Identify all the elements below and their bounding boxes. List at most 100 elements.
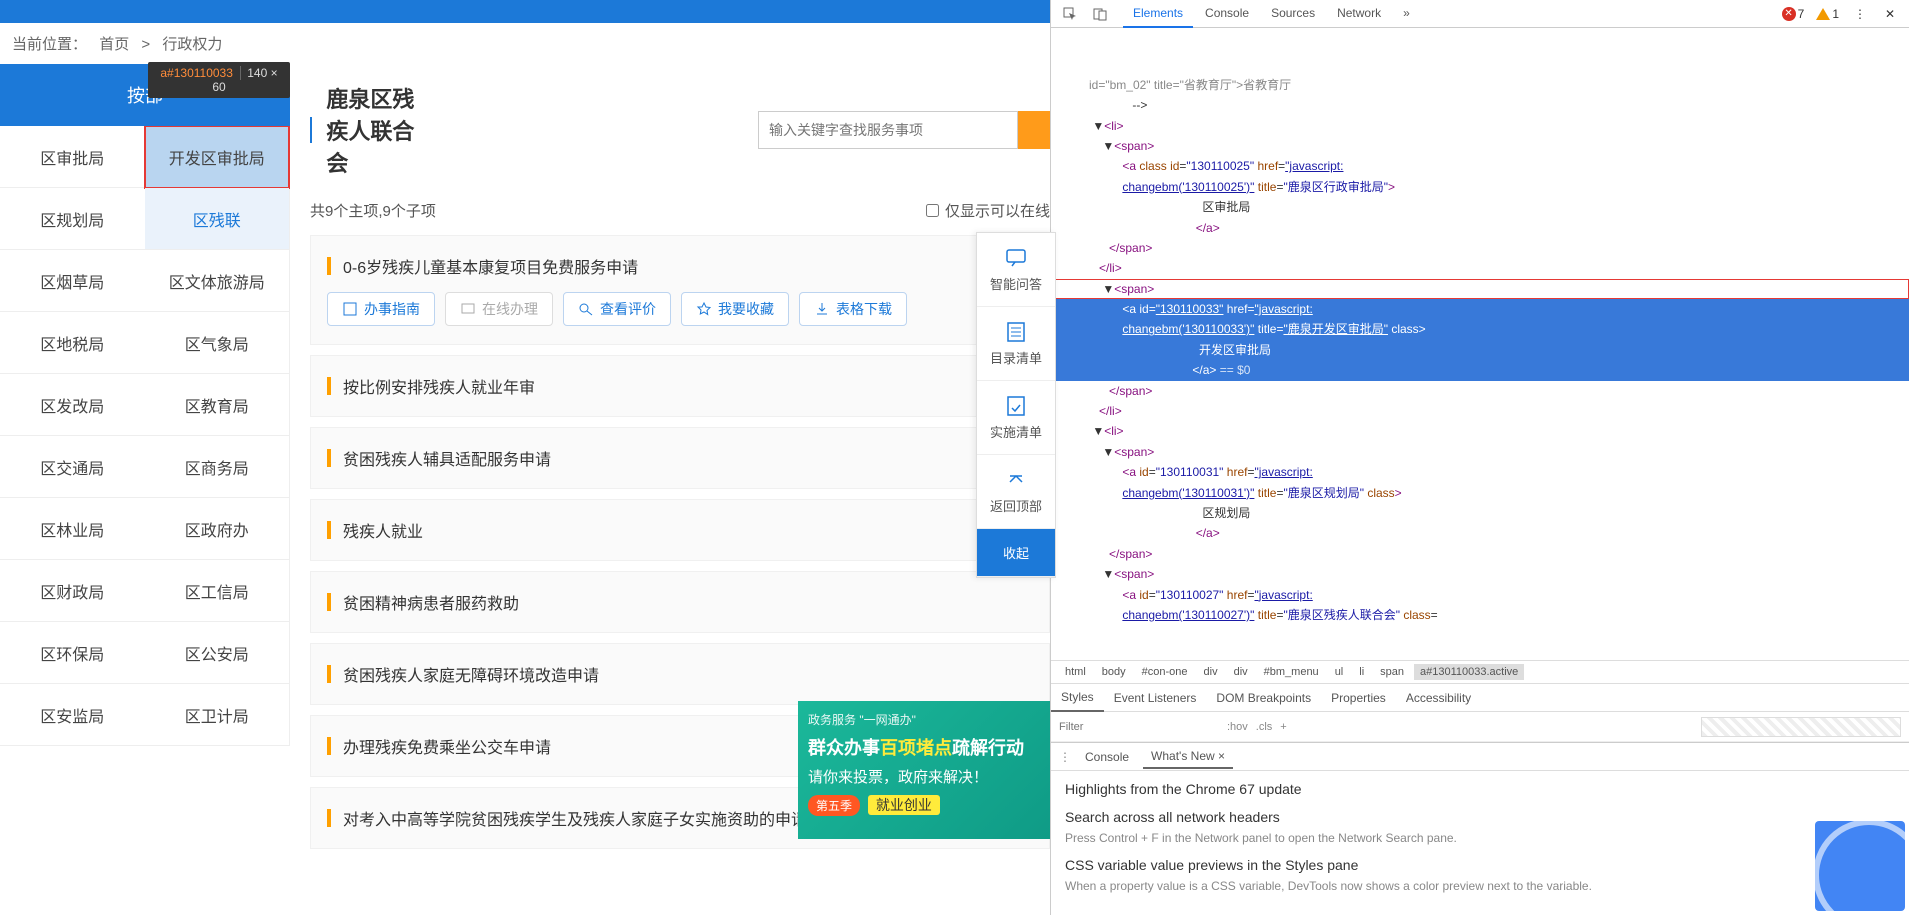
breadcrumb: 当前位置： 首页 > 行政权力 <box>0 23 1050 64</box>
crumb-7[interactable]: li <box>1353 664 1370 680</box>
drawer-menu-icon[interactable]: ⋮ <box>1059 750 1071 764</box>
breadcrumb-home[interactable]: 首页 <box>99 36 129 53</box>
service-item-1[interactable]: 按比例安排残疾人就业年审 <box>310 355 1050 417</box>
dept-10[interactable]: 区交通局 <box>0 436 145 498</box>
service-item-4[interactable]: 贫困精神病患者服药救助 <box>310 571 1050 633</box>
dept-19[interactable]: 区卫计局 <box>145 684 290 746</box>
promo-banner[interactable]: 政务服务 "一网通办" 群众办事百项堵点疏解行动 请你来投票，政府来解决！ 第五… <box>798 701 1050 839</box>
whatsnew-h2: CSS variable value previews in the Style… <box>1065 857 1895 873</box>
drawer-tab-whatsnew[interactable]: What's New × <box>1143 745 1233 769</box>
hov-toggle[interactable]: :hov <box>1227 721 1248 733</box>
crumb-1[interactable]: body <box>1096 664 1132 680</box>
dept-16[interactable]: 区环保局 <box>0 622 145 684</box>
crumb-4[interactable]: div <box>1228 664 1254 680</box>
promo-line1: 政务服务 "一网通办" <box>808 711 1040 728</box>
dept-4[interactable]: 区烟草局 <box>0 250 145 312</box>
dept-7[interactable]: 区气象局 <box>145 312 290 374</box>
float-top[interactable]: 返回顶部 <box>977 455 1055 529</box>
review-button[interactable]: 查看评价 <box>563 292 671 326</box>
crumb-5[interactable]: #bm_menu <box>1258 664 1325 680</box>
tab-sources[interactable]: Sources <box>1261 0 1325 28</box>
styles-tab-dom-breakpoints[interactable]: DOM Breakpoints <box>1206 685 1321 711</box>
dept-5[interactable]: 区文体旅游局 <box>145 250 290 312</box>
crumb-0[interactable]: html <box>1059 664 1092 680</box>
only-online-label: 仅显示可以在线 <box>945 200 1050 221</box>
dept-13[interactable]: 区政府办 <box>145 498 290 560</box>
item-bar-icon <box>327 257 331 275</box>
styles-tab-event-listeners[interactable]: Event Listeners <box>1104 685 1207 711</box>
item-title: 0-6岁残疾儿童基本康复项目免费服务申请 <box>343 254 638 278</box>
cls-toggle[interactable]: .cls <box>1256 721 1273 733</box>
service-item-3[interactable]: 残疾人就业 <box>310 499 1050 561</box>
styles-tabs: StylesEvent ListenersDOM BreakpointsProp… <box>1051 684 1909 712</box>
only-online-checkbox[interactable]: 仅显示可以在线 <box>926 200 1050 221</box>
crumb-8[interactable]: span <box>1374 664 1410 680</box>
service-item-5[interactable]: 贫困残疾人家庭无障碍环境改造申请 <box>310 643 1050 705</box>
item-bar-icon <box>327 737 331 755</box>
breadcrumb-label: 当前位置： <box>12 36 87 53</box>
promo-line2: 群众办事百项堵点疏解行动 <box>808 734 1040 760</box>
inspect-icon[interactable] <box>1057 4 1083 24</box>
float-list[interactable]: 目录清单 <box>977 307 1055 381</box>
crumb-6[interactable]: ul <box>1329 664 1350 680</box>
drawer-tab-console[interactable]: Console <box>1077 746 1137 768</box>
dept-2[interactable]: 区规划局 <box>0 188 145 250</box>
add-rule-icon[interactable]: + <box>1280 721 1286 733</box>
dept-14[interactable]: 区财政局 <box>0 560 145 622</box>
only-online-input[interactable] <box>926 204 939 217</box>
summary-text: 共9个主项,9个子项 <box>310 200 436 221</box>
close-icon[interactable]: × <box>1218 749 1225 763</box>
float-doc[interactable]: 实施清单 <box>977 381 1055 455</box>
online-button[interactable]: 在线办理 <box>445 292 553 326</box>
fav-button[interactable]: 我要收藏 <box>681 292 789 326</box>
dept-17[interactable]: 区公安局 <box>145 622 290 684</box>
dept-15[interactable]: 区工信局 <box>145 560 290 622</box>
download-button[interactable]: 表格下载 <box>799 292 907 326</box>
tab-network[interactable]: Network <box>1327 0 1391 28</box>
elements-tree[interactable]: id="bm_02" title="省教育厅">省教育厅 --> ▼<li> ▼… <box>1051 28 1909 660</box>
dept-3[interactable]: 区残联 <box>145 188 290 250</box>
dom-breadcrumb[interactable]: htmlbody#con-onedivdiv#bm_menuullispana#… <box>1051 660 1909 684</box>
item-bar-icon <box>327 809 331 827</box>
styles-tab-accessibility[interactable]: Accessibility <box>1396 685 1481 711</box>
dept-0[interactable]: 区审批局 <box>0 126 145 188</box>
item-bar-icon <box>327 665 331 683</box>
dept-18[interactable]: 区安监局 <box>0 684 145 746</box>
tab-console[interactable]: Console <box>1195 0 1259 28</box>
styles-filter-row: :hov .cls + <box>1051 712 1909 742</box>
tab-more[interactable]: » <box>1393 0 1420 28</box>
crumb-3[interactable]: div <box>1198 664 1224 680</box>
dept-11[interactable]: 区商务局 <box>145 436 290 498</box>
breadcrumb-current[interactable]: 行政权力 <box>162 36 222 53</box>
crumb-2[interactable]: #con-one <box>1136 664 1194 680</box>
devtools-toolbar: Elements Console Sources Network » ✕7 1 … <box>1051 0 1909 28</box>
search-input[interactable] <box>758 111 1018 149</box>
device-icon[interactable] <box>1087 4 1113 24</box>
guide-button[interactable]: 办事指南 <box>327 292 435 326</box>
service-item-0[interactable]: 0-6岁残疾儿童基本康复项目免费服务申请办事指南在线办理查看评价我要收藏表格下载 <box>310 235 1050 345</box>
styles-tab-properties[interactable]: Properties <box>1321 685 1396 711</box>
item-bar-icon <box>327 593 331 611</box>
float-chat[interactable]: 智能问答 <box>977 233 1055 307</box>
close-devtools-icon[interactable]: ✕ <box>1877 4 1903 24</box>
search-button[interactable] <box>1018 111 1050 149</box>
styles-filter-input[interactable] <box>1059 721 1219 733</box>
float-collapse[interactable]: 收起 <box>977 529 1055 577</box>
item-title: 残疾人就业 <box>343 518 423 542</box>
settings-icon[interactable]: ⋮ <box>1847 4 1873 24</box>
error-count[interactable]: ✕7 <box>1782 7 1805 21</box>
dept-1[interactable]: 开发区审批局 <box>145 126 290 188</box>
crumb-9[interactable]: a#130110033.active <box>1414 664 1524 680</box>
warning-count[interactable]: 1 <box>1816 7 1839 21</box>
tab-elements[interactable]: Elements <box>1123 0 1193 28</box>
whatsnew-h1: Search across all network headers <box>1065 809 1895 825</box>
service-item-2[interactable]: 贫困残疾人辅具适配服务申请 <box>310 427 1050 489</box>
dept-9[interactable]: 区教育局 <box>145 374 290 436</box>
dept-6[interactable]: 区地税局 <box>0 312 145 374</box>
dept-8[interactable]: 区发改局 <box>0 374 145 436</box>
dept-12[interactable]: 区林业局 <box>0 498 145 560</box>
item-title: 办理残疾免费乘坐公交车申请 <box>343 734 551 758</box>
item-title: 贫困残疾人家庭无障碍环境改造申请 <box>343 662 599 686</box>
styles-tab-styles[interactable]: Styles <box>1051 684 1104 712</box>
promo-badge: 第五季 <box>808 795 860 816</box>
